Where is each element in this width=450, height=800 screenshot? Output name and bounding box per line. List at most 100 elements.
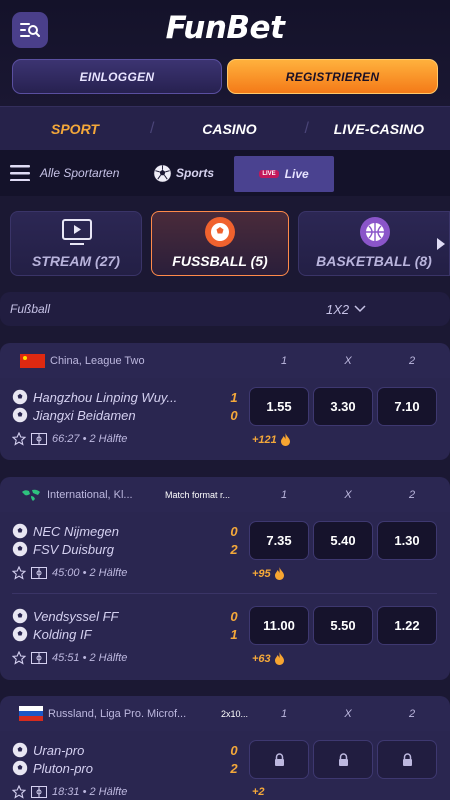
more-markets-count: +63	[252, 652, 271, 665]
category-basketball[interactable]: BASKETBALL (8)	[298, 211, 450, 276]
sports-tab[interactable]: Sports	[153, 155, 214, 191]
star-icon[interactable]	[12, 785, 26, 799]
match-block: Hangzhou Linping Wuy... Jiangxi Beidamen…	[0, 378, 450, 460]
col-1: 1	[280, 707, 288, 720]
match-time: 66:27 • 2 Hälfte	[52, 433, 128, 445]
league-header: International, Kl... Match format r... 1…	[0, 477, 450, 512]
home-team-name: Hangzhou Linping Wuy...	[33, 389, 178, 405]
home-team[interactable]: Hangzhou Linping Wuy...	[12, 389, 177, 405]
away-score: 2	[230, 761, 238, 776]
soccer-ball-icon	[12, 523, 28, 539]
category-label: BASKETBALL (8)	[316, 253, 432, 269]
more-markets[interactable]: +95	[252, 567, 285, 580]
fire-icon	[274, 652, 284, 665]
away-team-name: Kolding IF	[33, 626, 92, 642]
lock-icon	[274, 753, 284, 766]
col-x: X	[344, 488, 352, 501]
header: FunBet EINLOGGEN REGISTRIEREN	[0, 0, 450, 106]
league-name: International, Kl...	[47, 488, 133, 501]
market-type-value: 1X2	[326, 301, 350, 317]
odd-away[interactable]: 7.10	[377, 387, 437, 426]
home-team-name: Vendsyssel FF	[33, 608, 119, 624]
stream-icon	[62, 219, 92, 245]
basketball-icon	[360, 217, 390, 247]
match-meta: 45:00 • 2 Hälfte	[12, 566, 127, 580]
col-2: 2	[408, 488, 416, 501]
match-divider	[12, 593, 437, 594]
league-extra: Match format r...	[165, 489, 231, 500]
home-score: 0	[230, 743, 238, 758]
more-markets[interactable]: +121	[252, 433, 291, 446]
match-block: NEC Nijmegen FSV Duisburg 0 2 45:00 • 2 …	[0, 512, 450, 680]
match-block: Uran-pro Pluton-pro 0 2 18:31 • 2 Hälfte…	[0, 731, 450, 800]
chevron-down-icon	[354, 305, 366, 313]
odd-home-locked	[249, 740, 309, 779]
soccer-ball-icon	[12, 760, 28, 776]
away-team[interactable]: Jiangxi Beidamen	[12, 407, 136, 423]
star-icon[interactable]	[12, 432, 26, 446]
home-team-name: Uran-pro	[33, 742, 85, 758]
odd-home[interactable]: 7.35	[249, 521, 309, 560]
away-team[interactable]: Pluton-pro	[12, 760, 93, 776]
soccer-ball-icon	[12, 389, 28, 405]
nav-live-casino[interactable]: LIVE-CASINO	[309, 121, 449, 137]
col-1: 1	[280, 488, 288, 501]
live-badge: LIVE	[259, 170, 279, 178]
odd-home[interactable]: 11.00	[249, 606, 309, 645]
match-meta: 18:31 • 2 Hälfte	[12, 785, 127, 799]
register-button[interactable]: REGISTRIEREN	[227, 59, 438, 94]
odd-draw-locked	[313, 740, 373, 779]
league-header: Russland, Liga Pro. Microf... 2x10... 1 …	[0, 696, 450, 731]
league-name: Russland, Liga Pro. Microf...	[48, 707, 187, 720]
market-type-dropdown[interactable]: 1X2	[326, 302, 366, 317]
away-team[interactable]: FSV Duisburg	[12, 541, 114, 557]
odd-draw[interactable]: 5.50	[313, 606, 373, 645]
league-name: China, League Two	[50, 354, 145, 367]
more-markets[interactable]: +2	[252, 786, 265, 798]
brand-logo[interactable]: FunBet	[0, 10, 450, 46]
all-sports-label: Alle Sportarten	[40, 166, 120, 180]
soccer-ball-icon	[12, 608, 28, 624]
category-label: STREAM (27)	[32, 253, 120, 269]
category-label: FUSSBALL (5)	[172, 253, 268, 269]
field-icon	[31, 433, 47, 445]
odd-away[interactable]: 1.30	[377, 521, 437, 560]
soccer-ball-icon	[12, 626, 28, 642]
away-team-name: FSV Duisburg	[33, 541, 114, 557]
away-team[interactable]: Kolding IF	[12, 626, 92, 642]
star-icon[interactable]	[12, 566, 26, 580]
field-icon	[31, 786, 47, 798]
market-selector: Fußball 1X2	[0, 292, 450, 326]
away-score: 2	[230, 542, 238, 557]
odd-draw[interactable]: 5.40	[313, 521, 373, 560]
soccer-ball-icon	[12, 407, 28, 423]
league-extra: 2x10...	[221, 708, 249, 719]
chevron-right-icon[interactable]	[436, 237, 446, 251]
flag-russia-icon	[19, 706, 43, 721]
category-stream[interactable]: STREAM (27)	[10, 211, 142, 276]
more-markets[interactable]: +63	[252, 652, 285, 665]
live-tab[interactable]: LIVE Live	[234, 156, 334, 192]
home-team[interactable]: Uran-pro	[12, 742, 84, 758]
col-2: 2	[408, 707, 416, 720]
home-score: 1	[230, 390, 238, 405]
away-team-name: Jiangxi Beidamen	[33, 407, 136, 423]
sports-label: Sports	[176, 166, 215, 180]
fire-icon	[274, 567, 284, 580]
odd-draw[interactable]: 3.30	[313, 387, 373, 426]
nav-sport[interactable]: SPORT	[0, 121, 150, 137]
home-team[interactable]: Vendsyssel FF	[12, 608, 119, 624]
odd-away[interactable]: 1.22	[377, 606, 437, 645]
home-team[interactable]: NEC Nijmegen	[12, 523, 119, 539]
category-football[interactable]: FUSSBALL (5)	[151, 211, 289, 276]
main-nav: SPORT / CASINO / LIVE-CASINO	[0, 106, 450, 150]
soccer-ball-icon	[12, 541, 28, 557]
odd-home[interactable]: 1.55	[249, 387, 309, 426]
star-icon[interactable]	[12, 651, 26, 665]
login-button[interactable]: EINLOGGEN	[12, 59, 222, 94]
match-time: 45:00 • 2 Hälfte	[52, 567, 128, 579]
nav-casino[interactable]: CASINO	[154, 121, 304, 137]
soccer-ball-icon	[12, 742, 28, 758]
all-sports-tab[interactable]: Alle Sportarten	[10, 155, 119, 191]
field-icon	[31, 652, 47, 664]
